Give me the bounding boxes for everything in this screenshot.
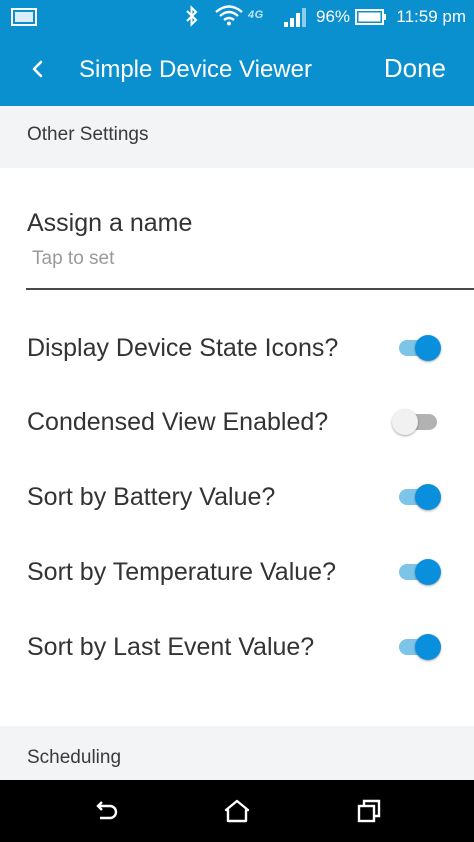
setting-label: Sort by Last Event Value? [27,633,315,661]
toggle-switch[interactable] [396,632,446,662]
clock: 11:59 pm [396,7,466,26]
setting-label: Display Device State Icons? [27,334,339,362]
toggle-switch[interactable] [396,482,446,512]
done-button[interactable]: Done [384,53,446,84]
switch-thumb [415,335,441,361]
toggle-switch[interactable] [396,333,446,363]
switch-thumb [415,559,441,585]
setting-row-display-device-state-icons[interactable]: Display Device State Icons? [0,318,474,378]
assign-name-hint[interactable]: Tap to set [32,248,114,270]
toggle-switch[interactable] [392,407,446,437]
setting-label: Condensed View Enabled? [27,408,329,436]
bluetooth-icon [186,5,198,27]
network-type-label: 4G [248,9,264,21]
battery-icon [355,9,386,25]
setting-label: Sort by Battery Value? [27,483,276,511]
wifi-icon [215,5,243,26]
switch-thumb [415,634,441,660]
setting-row-sort-by-battery[interactable]: Sort by Battery Value? [0,467,474,527]
back-chevron-icon[interactable] [22,54,52,84]
nav-back-icon[interactable] [91,797,121,825]
nav-recents-icon[interactable] [354,797,384,825]
name-field-underline [26,288,474,290]
setting-row-sort-by-temperature[interactable]: Sort by Temperature Value? [0,542,474,602]
switch-thumb [415,484,441,510]
setting-label: Sort by Temperature Value? [27,558,336,586]
battery-percent: 96% [316,7,351,26]
setting-row-sort-by-last-event[interactable]: Sort by Last Event Value? [0,617,474,677]
assign-name-setting[interactable]: Assign a name Tap to set [0,200,474,290]
section-header-scheduling: Scheduling [0,726,474,780]
app-bar: Simple Device Viewer Done [0,34,474,106]
toggle-switch[interactable] [396,557,446,587]
gallery-icon [11,8,37,26]
setting-row-condensed-view[interactable]: Condensed View Enabled? [0,392,474,452]
section-header-other-settings: Other Settings [0,106,474,168]
page-title: Simple Device Viewer [79,56,312,83]
status-bar: 4G 96% 11:59 pm [0,0,474,34]
assign-name-label: Assign a name [27,209,193,237]
signal-icon [284,8,306,27]
nav-home-icon[interactable] [222,797,252,825]
system-nav-bar [0,780,474,842]
switch-thumb [392,409,418,435]
